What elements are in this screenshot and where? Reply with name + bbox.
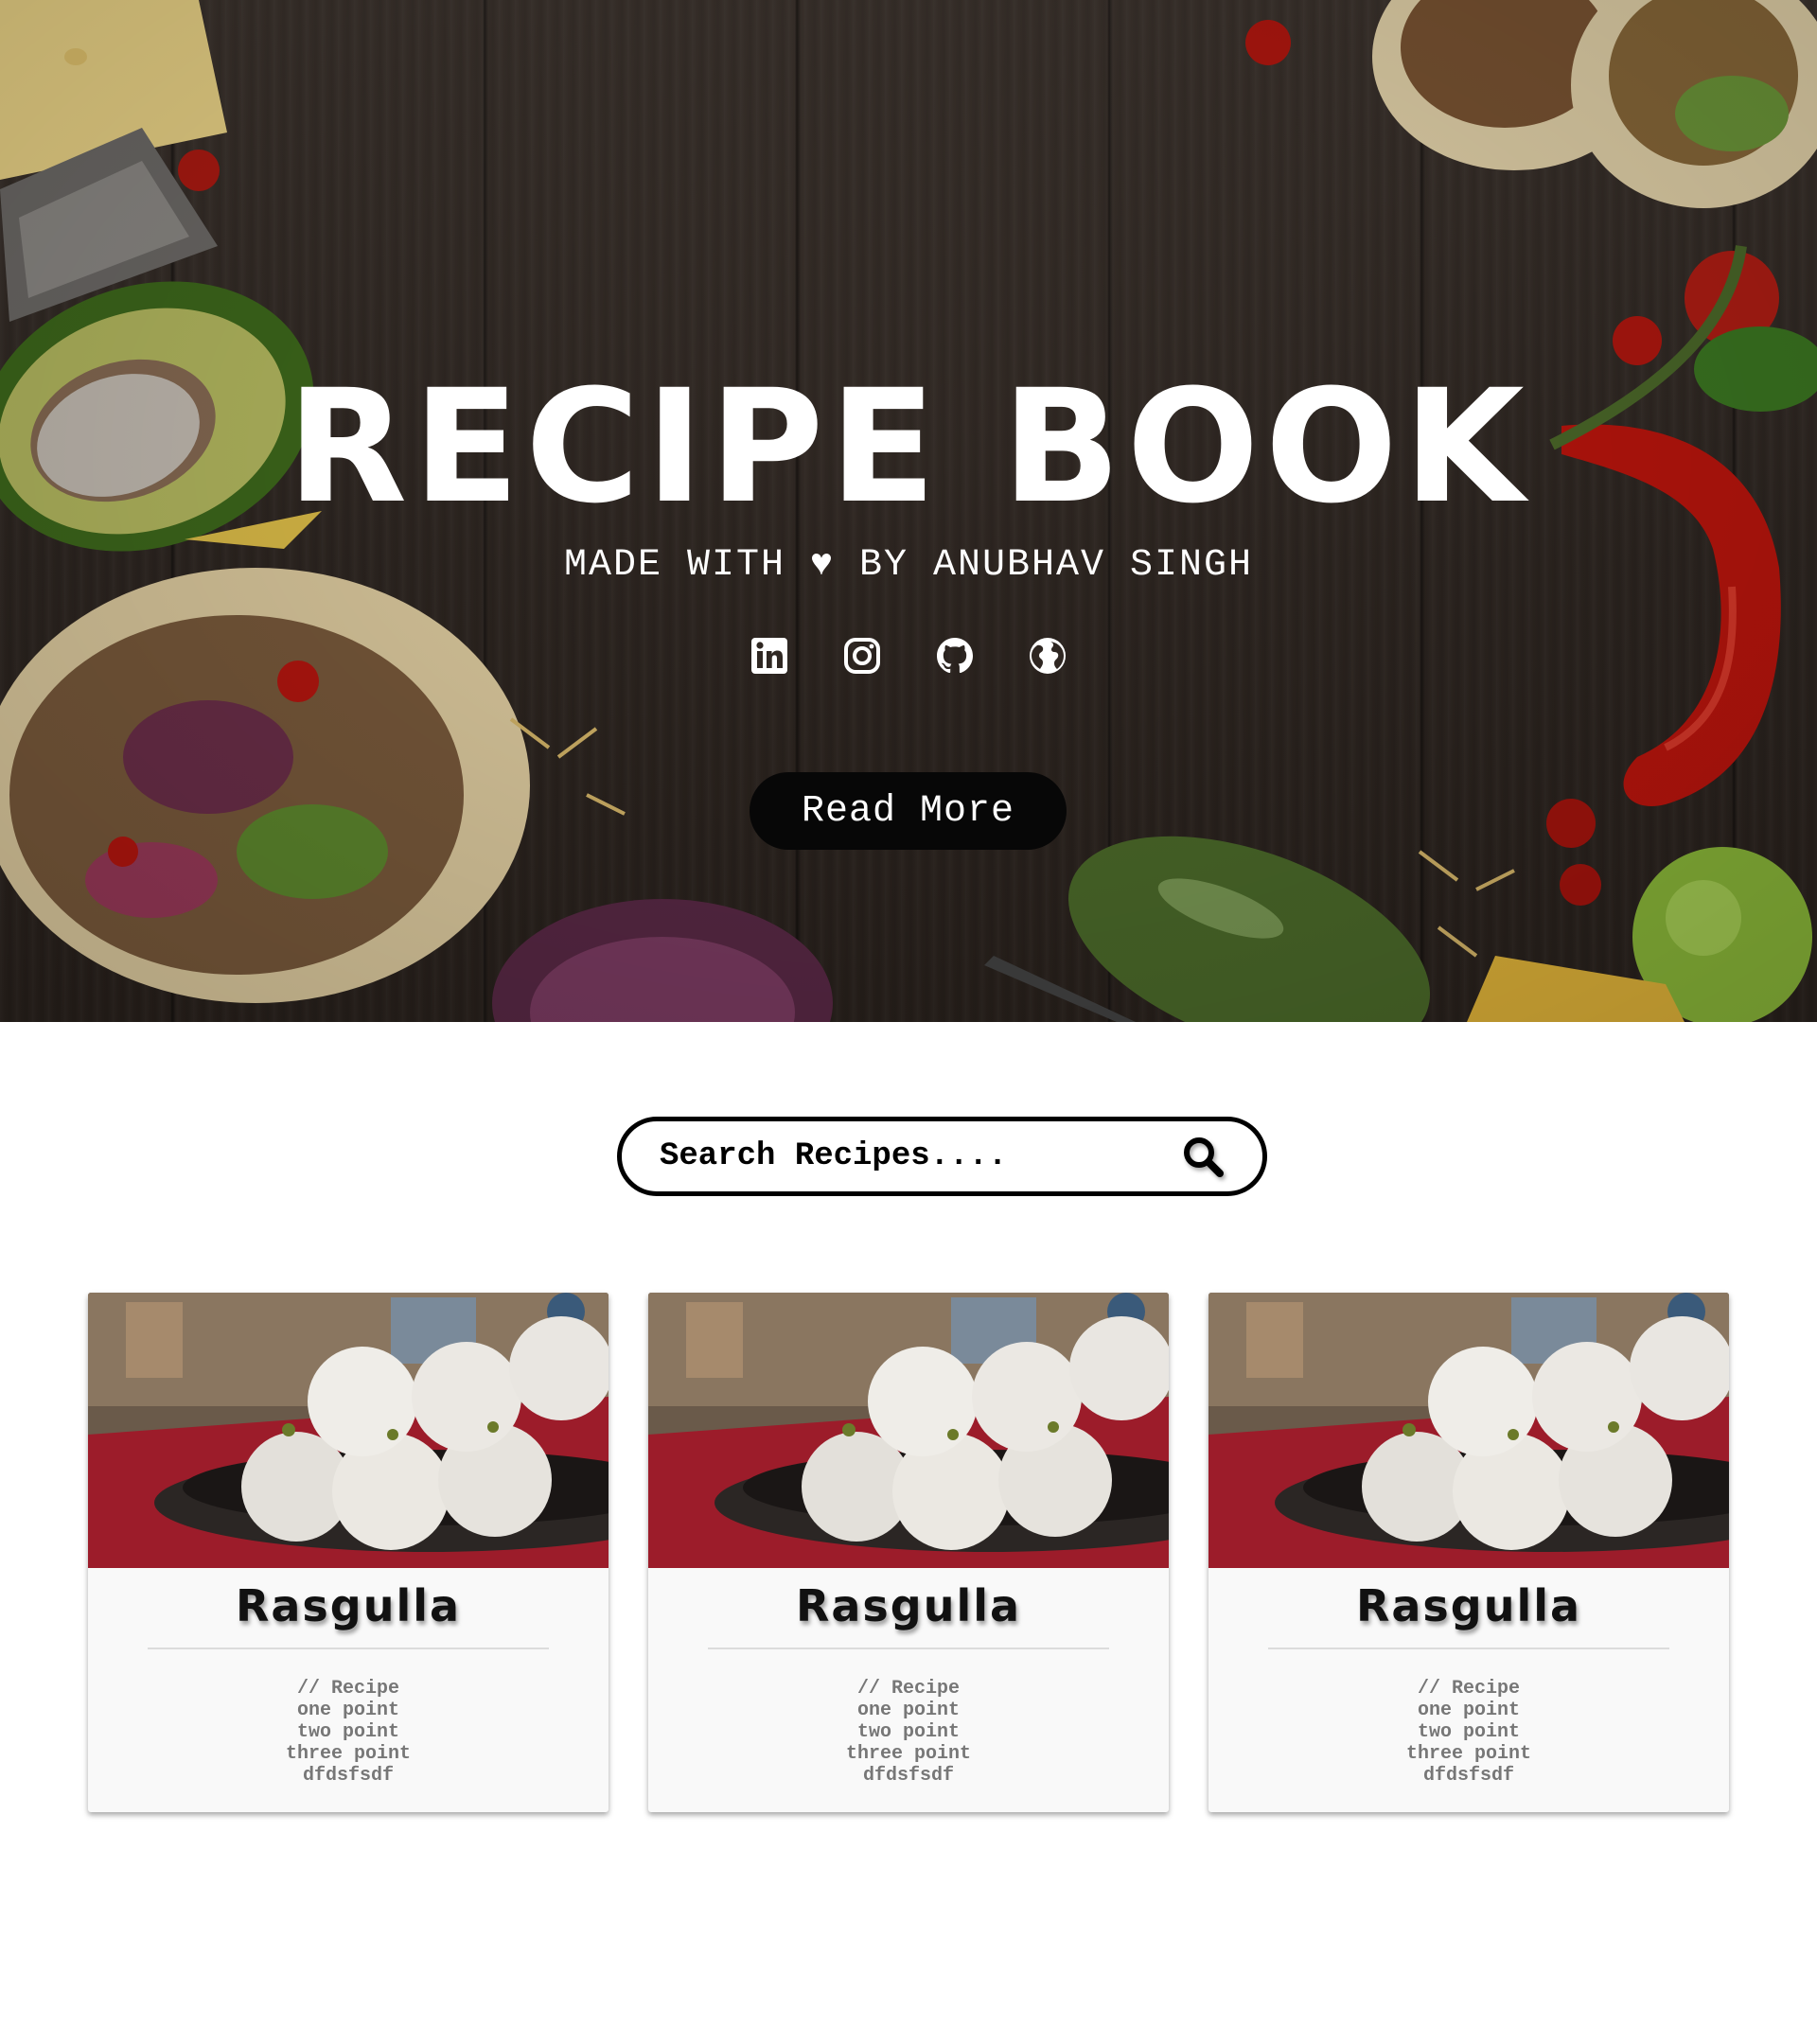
recipe-image	[648, 1293, 1169, 1568]
recipe-title: Rasgulla	[795, 1580, 1022, 1631]
instagram-icon	[844, 638, 880, 674]
search-bar	[617, 1117, 1267, 1196]
recipe-title: Rasgulla	[1355, 1580, 1582, 1631]
recipe-card[interactable]: Rasgulla // Recipe one point two point t…	[648, 1293, 1169, 1812]
linkedin-icon	[751, 638, 787, 674]
search-button[interactable]	[1177, 1131, 1228, 1182]
hero-section: RECIPE BOOK MADE WITH ♥ BY ANUBHAV SINGH	[0, 0, 1817, 1022]
hero-title: RECIPE BOOK	[287, 356, 1530, 537]
recipe-card-grid: Rasgulla // Recipe one point two point t…	[88, 1293, 1729, 1812]
social-links	[0, 636, 1817, 676]
search-icon	[1184, 1137, 1224, 1177]
card-divider	[148, 1648, 549, 1649]
recipe-description: // Recipe one point two point three poin…	[285, 1678, 412, 1787]
website-link[interactable]	[1028, 636, 1067, 676]
linkedin-link[interactable]	[750, 636, 789, 676]
github-icon	[937, 638, 973, 674]
recipe-card[interactable]: Rasgulla // Recipe one point two point t…	[1208, 1293, 1729, 1812]
recipe-description: // Recipe one point two point three poin…	[845, 1678, 972, 1787]
hero-subtitle: MADE WITH ♥ BY ANUBHAV SINGH	[563, 544, 1254, 587]
recipe-description: // Recipe one point two point three poin…	[1405, 1678, 1532, 1787]
read-more-button[interactable]: Read More	[750, 772, 1067, 850]
search-input[interactable]	[660, 1138, 1177, 1174]
recipe-title: Rasgulla	[235, 1580, 462, 1631]
recipe-image	[1208, 1293, 1729, 1568]
card-divider	[1268, 1648, 1669, 1649]
recipe-image	[88, 1293, 609, 1568]
card-divider	[708, 1648, 1109, 1649]
recipe-card[interactable]: Rasgulla // Recipe one point two point t…	[88, 1293, 609, 1812]
globe-icon	[1030, 638, 1066, 674]
github-link[interactable]	[935, 636, 975, 676]
instagram-link[interactable]	[842, 636, 882, 676]
